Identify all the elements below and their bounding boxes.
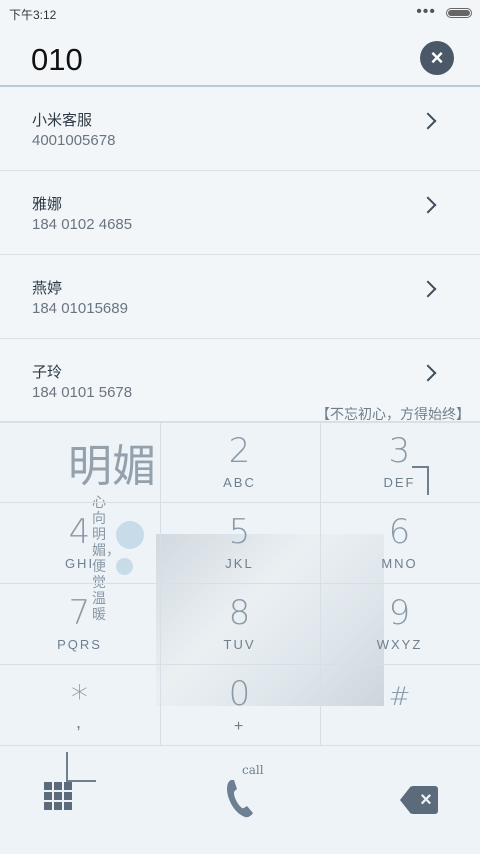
phone-icon	[227, 780, 253, 818]
key-digit: #	[388, 682, 411, 712]
key-letters: WXYZ	[376, 637, 423, 652]
key-hash[interactable]: #	[320, 664, 479, 744]
key-letters: PQRS	[57, 637, 102, 652]
key-letters: ,	[75, 712, 83, 732]
status-time: 下午3:12	[9, 8, 57, 22]
key-digit: 0	[228, 674, 251, 714]
key-5[interactable]: 5 JKL	[160, 502, 319, 582]
key-digit: 7	[68, 593, 91, 633]
key-letters: MNO	[381, 556, 418, 571]
contact-name: 雅娜	[32, 196, 63, 213]
key-digit: 5	[228, 512, 251, 552]
contact-row[interactable]: 雅娜 184 0102 4685	[0, 171, 480, 255]
decorative-bracket	[66, 752, 96, 782]
dialer-bottom-bar: call ×	[0, 745, 480, 854]
key-digit: 4	[68, 512, 91, 552]
contact-row[interactable]: 燕婷 184 01015689	[0, 255, 480, 339]
key-6[interactable]: 6 MNO	[320, 502, 479, 582]
key-9[interactable]: 9 WXYZ	[320, 583, 479, 663]
key-4[interactable]: 4 GHI	[0, 502, 159, 582]
key-letters: GHI	[64, 556, 95, 571]
backspace-icon: ×	[420, 789, 432, 811]
key-digit: 8	[228, 593, 251, 633]
chevron-right-icon[interactable]	[419, 364, 437, 382]
more-indicator-icon: •••	[416, 3, 436, 20]
dialed-number: 010	[31, 42, 83, 77]
chevron-right-icon[interactable]	[419, 112, 437, 130]
contact-name: 燕婷	[32, 280, 63, 297]
status-bar: 下午3:12 •••	[0, 0, 480, 28]
key-letters: +	[233, 718, 246, 735]
contact-row[interactable]: 小米客服 4001005678	[0, 87, 480, 171]
decorative-bracket	[412, 466, 429, 495]
key-letters: TUV	[223, 637, 256, 652]
key-0[interactable]: 0 +	[160, 664, 319, 744]
chevron-right-icon[interactable]	[419, 280, 437, 298]
dial-keypad: 1 2 ABC 3 DEF 4 GHI 5 JKL 6 MNO 7 PQRS 8…	[0, 421, 480, 745]
contact-match-list: 小米客服 4001005678 雅娜 184 0102 4685 燕婷 184 …	[0, 87, 480, 423]
contact-phone: 184 01015689	[32, 300, 128, 317]
dialpad-icon[interactable]	[44, 782, 74, 812]
battery-icon	[446, 8, 472, 18]
key-7[interactable]: 7 PQRS	[0, 583, 159, 663]
key-digit: 1	[0, 431, 159, 471]
key-8[interactable]: 8 TUV	[160, 583, 319, 663]
key-letters: ABC	[223, 475, 256, 490]
key-2[interactable]: 2 ABC	[160, 421, 319, 501]
key-1[interactable]: 1	[0, 421, 159, 501]
contact-phone: 184 0101 5678	[32, 384, 133, 401]
dialed-number-bar: 010 ×	[0, 28, 480, 87]
contact-phone: 184 0102 4685	[32, 216, 133, 233]
key-3[interactable]: 3 DEF	[320, 421, 479, 501]
key-star[interactable]: * ,	[0, 664, 159, 744]
key-letters: DEF	[383, 475, 416, 490]
key-digit: 9	[388, 593, 411, 633]
key-digit: 6	[388, 512, 411, 552]
key-letters: JKL	[225, 556, 254, 571]
contact-phone: 4001005678	[32, 132, 116, 149]
call-label: call	[242, 763, 264, 777]
key-digit: 3	[388, 431, 411, 471]
call-button[interactable]	[225, 778, 255, 827]
clear-number-button[interactable]: ×	[420, 41, 454, 75]
key-digit: 2	[228, 431, 251, 471]
contact-name: 子玲	[32, 364, 63, 381]
contact-name: 小米客服	[32, 112, 93, 129]
backspace-button[interactable]: ×	[400, 786, 438, 814]
chevron-right-icon[interactable]	[419, 196, 437, 214]
